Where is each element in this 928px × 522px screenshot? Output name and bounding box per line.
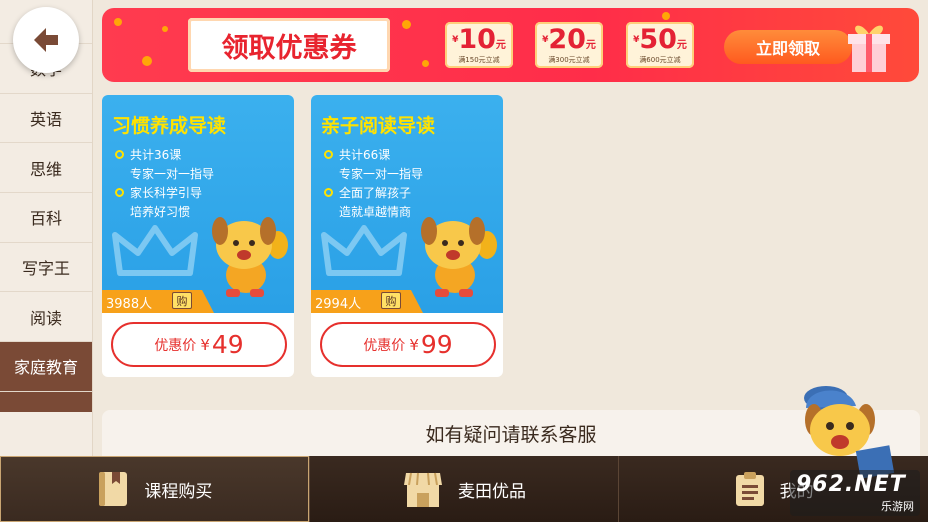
enroll-count: 3988人 xyxy=(106,297,153,312)
coupon-unit: 元 xyxy=(585,40,596,51)
coupon-banner-title: 领取优惠券 xyxy=(188,18,390,72)
sidebar-item-next[interactable] xyxy=(0,391,92,412)
coupon-50[interactable]: ¥50元 满600元立减 xyxy=(626,22,694,68)
sidebar-item-reading[interactable]: 阅读 xyxy=(0,292,92,343)
course-cover: 习惯养成导读 共计36课 专家一对一指导 家长科学引导 培养好习惯 3988人 … xyxy=(102,95,294,313)
crown-icon xyxy=(321,225,407,276)
medal-icon xyxy=(324,188,333,197)
course-line: 家长科学引导 xyxy=(130,186,203,200)
coupon-10[interactable]: ¥10元 满150元立减 xyxy=(445,22,513,68)
course-line: 专家一对一指导 xyxy=(130,167,215,181)
watermark-logo: 962.NET 乐游网 xyxy=(790,470,920,516)
medal-icon xyxy=(115,150,124,159)
course-cover: 亲子阅读导读 共计66课 专家一对一指导 全面了解孩子 造就卓越情商 2994人… xyxy=(311,95,503,313)
watermark-text: 962.NET xyxy=(796,472,906,497)
price-value: 49 xyxy=(211,330,244,359)
price-label: 优惠价 xyxy=(363,337,406,354)
course-title: 亲子阅读导读 xyxy=(321,115,436,137)
watermark-subtext: 乐游网 xyxy=(881,500,914,513)
price-button[interactable]: 优惠价 ¥ 49 xyxy=(111,322,287,367)
course-line: 全面了解孩子 xyxy=(339,186,412,200)
price-value: 99 xyxy=(420,330,453,359)
course-line: 专家一对一指导 xyxy=(339,167,424,181)
course-line: 培养好习惯 xyxy=(130,205,191,219)
course-line: 造就卓越情商 xyxy=(339,205,412,219)
tab-course-purchase[interactable]: 课程购买 xyxy=(0,456,309,522)
buy-tag: 购 xyxy=(381,292,401,309)
gift-box-icon xyxy=(848,25,890,72)
sidebar-item-english[interactable]: 英语 xyxy=(0,94,92,144)
tab-maitian-store[interactable]: 麦田优品 xyxy=(308,456,619,522)
coupon-amount: 50 xyxy=(639,24,677,55)
coupon-20[interactable]: ¥20元 满300元立减 xyxy=(535,22,603,68)
buy-tag: 购 xyxy=(172,292,192,309)
coupon-amount: 20 xyxy=(548,24,586,55)
sidebar-item-family-education[interactable]: 家庭教育 xyxy=(0,342,92,392)
tab-label: 课程购买 xyxy=(144,481,213,502)
price-currency: ¥ xyxy=(409,335,419,354)
course-card-habit[interactable]: 习惯养成导读 共计36课 专家一对一指导 家长科学引导 培养好习惯 3988人 … xyxy=(102,95,294,377)
back-button[interactable] xyxy=(13,7,79,73)
coupon-unit: 元 xyxy=(495,40,506,51)
crown-icon xyxy=(112,225,198,276)
coupon-unit: 元 xyxy=(676,40,687,51)
course-line: 共计66课 xyxy=(339,148,391,162)
sidebar-item-label: 写字王 xyxy=(21,259,70,279)
medal-icon xyxy=(324,150,333,159)
medal-icon xyxy=(115,188,124,197)
coupon-condition: 满300元立减 xyxy=(548,56,590,64)
tab-label: 麦田优品 xyxy=(458,481,526,502)
price-currency: ¥ xyxy=(200,335,210,354)
book-icon xyxy=(99,472,128,506)
sidebar-item-label: 思维 xyxy=(29,159,62,179)
sidebar-item-label: 英语 xyxy=(29,110,62,130)
course-title: 习惯养成导读 xyxy=(112,115,227,137)
shop-icon xyxy=(404,472,442,507)
sidebar-item-writing[interactable]: 写字王 xyxy=(0,243,92,293)
coupon-banner[interactable]: 领取优惠券 ¥10元 满150元立减 ¥20元 满300元立减 ¥50元 满60… xyxy=(102,8,919,82)
enroll-count: 2994人 xyxy=(315,297,362,312)
clipboard-icon xyxy=(735,472,764,506)
sidebar-item-thinking[interactable]: 思维 xyxy=(0,143,92,194)
sidebar-item-encyclopedia[interactable]: 百科 xyxy=(0,193,92,243)
sidebar-item-label: 阅读 xyxy=(29,308,62,328)
course-line: 共计36课 xyxy=(130,148,182,162)
bottom-nav: 课程购买 麦田优品 我的 xyxy=(0,456,928,522)
sidebar-item-label: 家庭教育 xyxy=(13,358,78,378)
course-card-reading[interactable]: 亲子阅读导读 共计66课 专家一对一指导 全面了解孩子 造就卓越情商 2994人… xyxy=(311,95,503,377)
coupon-amount: 10 xyxy=(458,24,496,55)
price-button[interactable]: 优惠价 ¥ 99 xyxy=(320,322,496,367)
price-label: 优惠价 xyxy=(154,337,197,354)
coupon-condition: 满600元立减 xyxy=(639,56,681,64)
back-arrow-icon xyxy=(34,28,58,52)
coupon-condition: 满150元立减 xyxy=(458,56,500,64)
sidebar-item-label: 百科 xyxy=(29,209,62,229)
